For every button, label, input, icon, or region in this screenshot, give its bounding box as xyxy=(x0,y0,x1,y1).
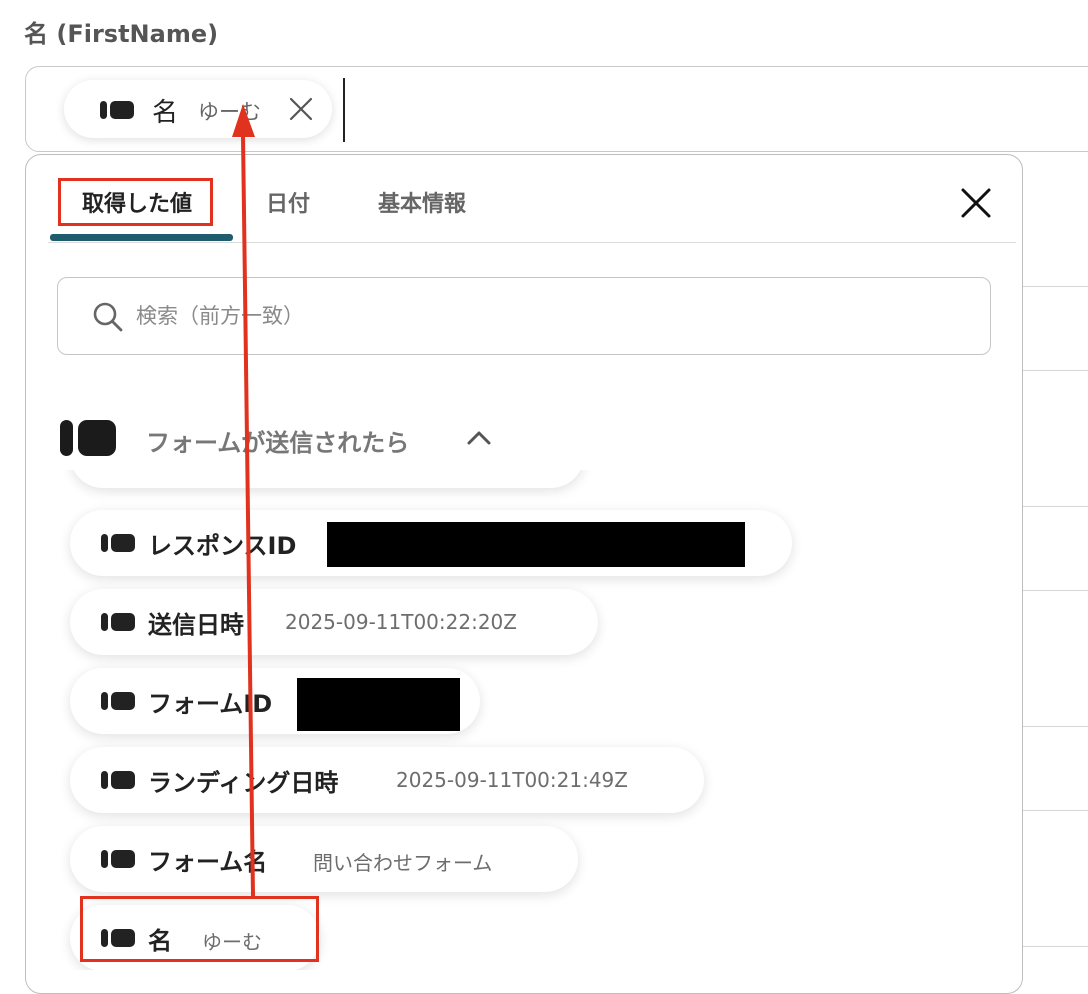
close-icon[interactable] xyxy=(958,185,994,225)
list-item[interactable]: フォームID xyxy=(70,668,480,734)
redacted-value xyxy=(327,522,745,567)
item-label: フォーム名 xyxy=(148,848,268,876)
list-item[interactable]: フォーム名 問い合わせフォーム xyxy=(70,826,578,892)
tabs-divider xyxy=(48,242,1016,243)
variable-icon xyxy=(101,929,135,951)
item-label: レスポンスID xyxy=(148,532,297,560)
section-title: フォームが送信されたら xyxy=(146,429,410,457)
variable-token[interactable]: 名 ゆーむ xyxy=(64,80,332,138)
variable-icon xyxy=(100,101,134,123)
search-box xyxy=(57,277,991,355)
redacted-value xyxy=(297,678,460,731)
item-value: 2025-09-11T00:21:49Z xyxy=(396,768,628,792)
token-name: 名 xyxy=(152,98,179,128)
section-form-submitted[interactable]: フォームが送信されたら xyxy=(60,418,500,458)
variable-icon xyxy=(101,613,135,635)
token-value: ゆーむ xyxy=(198,100,261,124)
item-value: ゆーむ xyxy=(202,930,262,954)
field-label: 名 (FirstName) xyxy=(24,20,219,48)
tab-retrieved-values[interactable]: 取得した値 xyxy=(82,186,192,218)
variable-icon xyxy=(101,534,135,556)
value-list: レスポンスID 送信日時 2025-09-11T00:22:20Z フォームID… xyxy=(26,470,1022,970)
tab-basic-info[interactable]: 基本情報 xyxy=(378,186,466,218)
list-item[interactable]: ランディング日時 2025-09-11T00:21:49Z xyxy=(70,747,704,813)
background-rows xyxy=(1022,152,1088,970)
search-input[interactable] xyxy=(134,297,958,335)
list-item[interactable]: 名 ゆーむ xyxy=(70,905,320,970)
text-caret xyxy=(343,78,345,142)
variable-icon xyxy=(101,771,135,793)
item-label: フォームID xyxy=(148,690,273,718)
item-value: 問い合わせフォーム xyxy=(313,851,493,875)
list-item[interactable]: レスポンスID xyxy=(70,510,792,576)
search-icon xyxy=(92,301,124,337)
list-item-partial[interactable] xyxy=(70,470,584,488)
variable-icon xyxy=(101,692,135,714)
active-tab-indicator xyxy=(50,234,233,241)
item-value: 2025-09-11T00:22:20Z xyxy=(285,610,517,634)
variable-icon xyxy=(101,850,135,872)
remove-token-icon[interactable] xyxy=(286,94,316,128)
item-label: 送信日時 xyxy=(148,611,244,639)
tab-date[interactable]: 日付 xyxy=(266,186,310,218)
chevron-up-icon[interactable] xyxy=(466,428,492,452)
trigger-icon xyxy=(60,420,116,460)
item-label: 名 xyxy=(148,927,172,955)
item-label: ランディング日時 xyxy=(148,769,339,797)
list-item[interactable]: 送信日時 2025-09-11T00:22:20Z xyxy=(70,589,598,655)
